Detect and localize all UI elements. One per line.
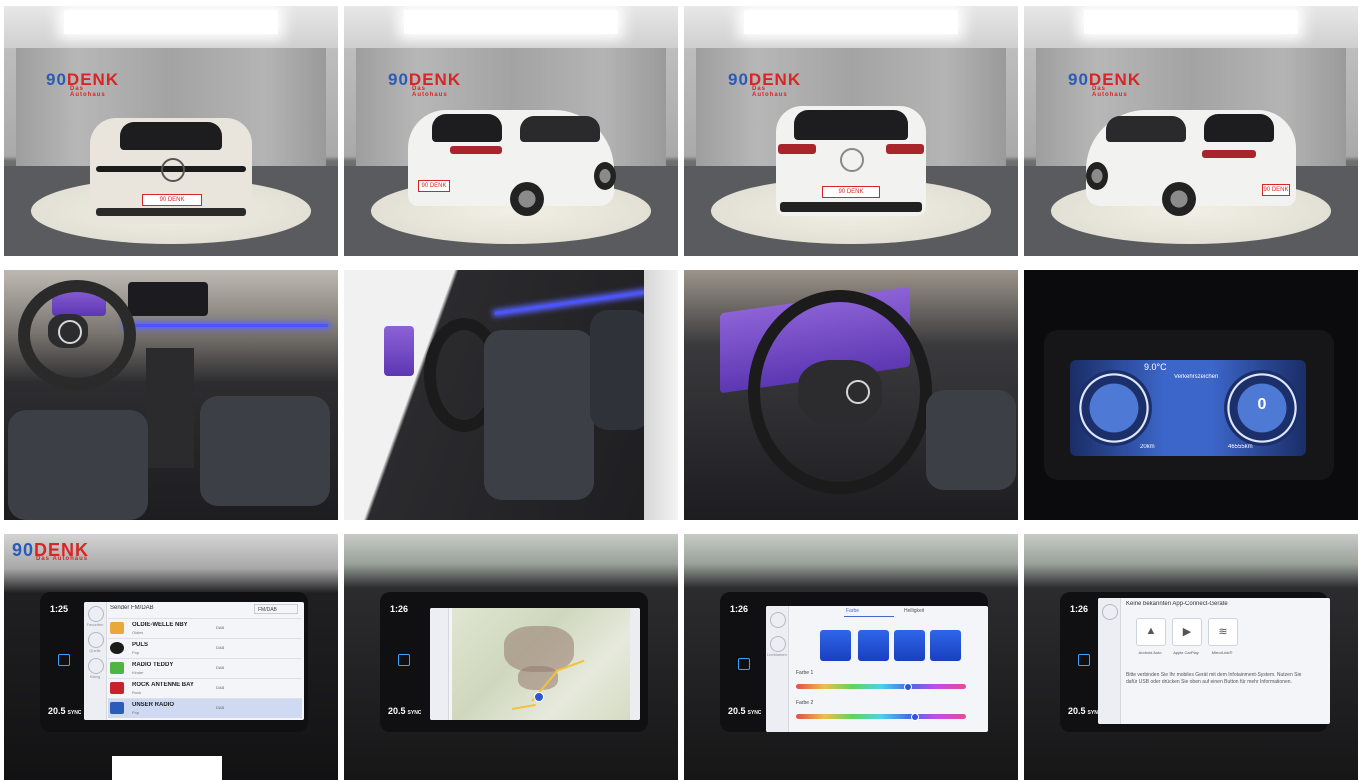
climate-temp: 20.5 SYNC	[1068, 706, 1102, 716]
clock: 1:25	[50, 604, 69, 614]
driver-seat	[8, 410, 148, 520]
color-swatch[interactable]	[820, 630, 851, 661]
band-select[interactable]: FM/DAB	[254, 604, 298, 614]
photo-exterior-rear-right[interactable]: 90DENK Das Autohaus 90 DENK	[1024, 6, 1358, 256]
carplay-icon: ▶	[1182, 626, 1192, 638]
color-swatch[interactable]	[930, 630, 961, 661]
cluster-mode-label: Verkehrszeichen	[1174, 374, 1219, 380]
mirrorlink-icon: ≋	[1218, 626, 1228, 638]
mirrorlink-button[interactable]: ≋	[1208, 618, 1238, 646]
app-connect-hint: Bitte verbinden Sie Ihr mobiles Gerät mi…	[1126, 672, 1302, 685]
dealer-logo: 90DENK Das Autohaus	[1068, 70, 1142, 98]
showroom-ceiling	[4, 6, 338, 48]
dealer-logo: 90DENK Das Autohaus	[12, 540, 90, 562]
station-item[interactable]: ROCK ANTENNE BAY Rock DAB	[108, 678, 302, 698]
android-auto-icon: ▲	[1145, 625, 1157, 637]
station-item[interactable]: PULS Pop DAB	[108, 638, 302, 658]
app-connect-screen: Keine bekannten App-Connect-Geräte ▲ And…	[1098, 598, 1330, 724]
photo-interior-dashboard[interactable]	[4, 270, 338, 520]
station-item[interactable]: OLDIE-WELLE NBY Oldies DAB	[108, 618, 302, 638]
photo-interior-steering-wheel[interactable]	[684, 270, 1018, 520]
photo-infotainment-radio[interactable]: 90DENK Das Autohaus 1:25 20.5 SYNC Favorit…	[4, 534, 338, 780]
station-item[interactable]: RADIO TEDDY Kinder DAB	[108, 658, 302, 678]
passenger-seat	[200, 396, 330, 506]
map-screen	[430, 608, 640, 720]
tab-color[interactable]: Farbe	[846, 608, 859, 614]
car-front: 90 DENK	[90, 118, 252, 224]
navigation-map[interactable]	[452, 608, 630, 720]
speed-value: 0	[1257, 396, 1267, 413]
license-plate: 90 DENK	[142, 194, 202, 206]
slider-label-2: Farbe 2	[796, 700, 814, 706]
apple-carplay-button[interactable]: ▶	[1172, 618, 1202, 646]
clock: 1:26	[730, 604, 749, 614]
photo-exterior-front[interactable]: 90DENK Das Autohaus 90 DENK	[4, 6, 338, 256]
driver-seat	[484, 330, 594, 500]
dealer-logo: 90DENK Das Autohaus	[388, 70, 462, 98]
photo-infotainment-map[interactable]: 1:26 20.5 SYNC	[344, 534, 678, 780]
outside-temp: 9.0°C	[1144, 362, 1167, 372]
color-swatch[interactable]	[858, 630, 889, 661]
dealer-logo: 90 DENK90DENKDas Autohaus	[728, 70, 802, 98]
climate-temp: 20.5 SYNC	[388, 706, 422, 716]
android-auto-button[interactable]: ▲	[1136, 618, 1166, 646]
tab-brightness[interactable]: Helligkeit	[904, 608, 924, 614]
slider-label-1: Farbe 1	[796, 670, 814, 676]
paper-note	[112, 756, 222, 780]
climate-temp: 20.5 SYNC	[728, 706, 762, 716]
color-slider-1[interactable]	[796, 683, 966, 691]
radio-header: Sender FM/DAB	[110, 605, 154, 611]
photo-infotainment-app-connect[interactable]: 1:26 20.5 SYNC Keine bekannten App-Connec…	[1024, 534, 1358, 780]
odometer-readout: 46555km	[1228, 444, 1253, 450]
cluster-screen: 9.0°C Verkehrszeichen 0 20km 46555km	[1070, 360, 1306, 456]
app-connect-title: Keine bekannten App-Connect-Geräte	[1126, 601, 1228, 607]
speed-gauge: 0	[1224, 370, 1300, 446]
photo-exterior-rear-left[interactable]: 90DENK Das Autohaus 90 DENK	[344, 6, 678, 256]
car-rear: 90 DENK	[776, 106, 926, 216]
side-menu: Favoriten Quelle Klang	[84, 602, 107, 720]
ambient-light-screen: Lichtfarben Farbe Helligkeit Farbe 1 Far…	[766, 606, 988, 732]
climate-temp: 20.5 SYNC	[48, 706, 82, 716]
photo-interior-driver-seat[interactable]	[344, 270, 678, 520]
color-swatch[interactable]	[894, 630, 925, 661]
photo-gallery: 90DENK Das Autohaus 90 DENK 90DENK Das Aut…	[0, 0, 1365, 780]
range-readout: 20km	[1140, 444, 1155, 450]
photo-exterior-rear[interactable]: 90 DENK90DENKDas Autohaus 90 DENK	[684, 6, 1018, 256]
rpm-gauge	[1076, 370, 1152, 446]
center-console	[146, 348, 194, 468]
clock: 1:26	[1070, 604, 1089, 614]
color-slider-2[interactable]	[796, 713, 966, 721]
photo-digital-cockpit[interactable]: 9.0°C Verkehrszeichen 0 20km 46555km	[1024, 270, 1358, 520]
radio-screen: Favoriten Quelle Klang Sender FM/DAB FM/…	[84, 602, 304, 720]
infotainment-display	[128, 282, 208, 316]
dealer-logo: 90DENK Das Autohaus	[46, 70, 120, 98]
station-item-selected[interactable]: UNSER RADIO Pop DAB	[108, 698, 302, 718]
photo-infotainment-ambient[interactable]: 1:26 20.5 SYNC Lichtfarben Farbe Helligke…	[684, 534, 1018, 780]
clock: 1:26	[390, 604, 409, 614]
